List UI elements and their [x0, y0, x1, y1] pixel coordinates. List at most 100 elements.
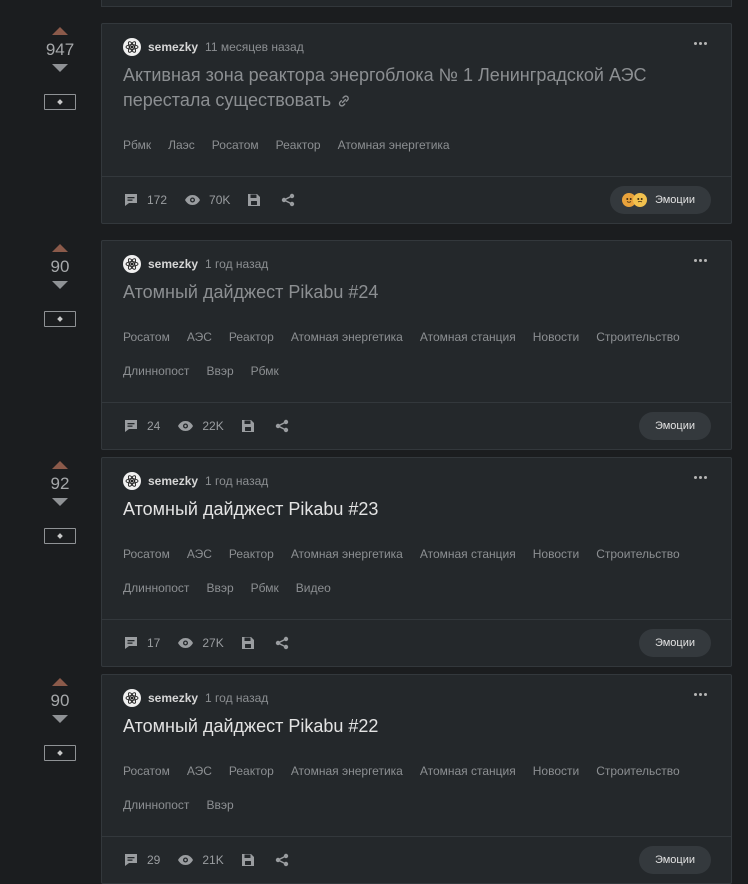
views-counter: 70K — [184, 193, 230, 207]
comments-counter[interactable]: 172 — [123, 192, 167, 208]
save-icon-button[interactable] — [241, 419, 255, 433]
tag[interactable]: Новости — [533, 545, 579, 563]
emotions-button[interactable]: Эмоции — [638, 846, 711, 874]
downvote-arrow-icon[interactable] — [52, 715, 68, 723]
tag[interactable]: Атомная энергетика — [291, 762, 403, 780]
upvote-arrow-icon[interactable] — [52, 678, 68, 686]
story-title-text[interactable]: Атомный дайджест Pikabu #22 — [123, 716, 378, 736]
save-story-button[interactable] — [44, 94, 76, 110]
comments-counter[interactable]: 29 — [123, 852, 160, 868]
comments-counter[interactable]: 17 — [123, 635, 160, 651]
tag[interactable]: Строительство — [596, 762, 680, 780]
story-title[interactable]: Атомный дайджест Pikabu #23 — [123, 497, 710, 522]
tag[interactable]: АЭС — [187, 328, 212, 346]
comments-counter[interactable]: 24 — [123, 418, 160, 434]
downvote-arrow-icon[interactable] — [52, 498, 68, 506]
story-title-text[interactable]: Атомный дайджест Pikabu #24 — [123, 282, 378, 302]
tag[interactable]: Реактор — [229, 328, 274, 346]
tag[interactable]: Рбмк — [251, 579, 279, 597]
tag[interactable]: Строительство — [596, 545, 680, 563]
save-story-button[interactable] — [44, 528, 76, 544]
more-options-icon[interactable] — [694, 476, 707, 479]
story-title[interactable]: Атомный дайджест Pikabu #24 — [123, 280, 710, 305]
post-time: 1 год назад — [205, 474, 269, 488]
tag[interactable]: Реактор — [229, 545, 274, 563]
author-name[interactable]: semezky — [148, 691, 198, 705]
tag[interactable]: Лаэс — [168, 136, 195, 154]
story-title-text[interactable]: Активная зона реактора энергоблока № 1 Л… — [123, 65, 647, 110]
tag[interactable]: Атомная станция — [420, 545, 516, 563]
rating-panel: 947 — [36, 23, 84, 110]
tag[interactable]: Строительство — [596, 328, 680, 346]
upvote-arrow-icon[interactable] — [52, 244, 68, 252]
tag[interactable]: Длиннопост — [123, 362, 189, 380]
story-title[interactable]: Атомный дайджест Pikabu #22 — [123, 714, 710, 739]
tag[interactable]: Реактор — [229, 762, 274, 780]
save-icon-button[interactable] — [241, 636, 255, 650]
avatar[interactable] — [123, 472, 141, 490]
save-story-button[interactable] — [44, 311, 76, 327]
tag[interactable]: Реактор — [276, 136, 321, 154]
author-name[interactable]: semezky — [148, 474, 198, 488]
floppy-disk-icon — [241, 854, 254, 866]
avatar[interactable] — [123, 38, 141, 56]
views-counter: 27K — [177, 636, 224, 650]
avatar[interactable] — [123, 255, 141, 273]
share-button[interactable] — [275, 419, 289, 433]
downvote-arrow-icon[interactable] — [52, 281, 68, 289]
tag[interactable]: Атомная энергетика — [291, 545, 403, 563]
tag[interactable]: Ввэр — [206, 362, 233, 380]
tag[interactable]: Атомная энергетика — [338, 136, 450, 154]
tag[interactable]: Росатом — [123, 328, 170, 346]
emoji-icon — [632, 193, 647, 207]
avatar[interactable] — [123, 689, 141, 707]
tag[interactable]: Атомная станция — [420, 328, 516, 346]
rating-value: 92 — [50, 474, 70, 493]
tag[interactable]: Рбмк — [123, 136, 151, 154]
save-story-button[interactable] — [44, 745, 76, 761]
upvote-arrow-icon[interactable] — [52, 461, 68, 469]
upvote-arrow-icon[interactable] — [52, 27, 68, 35]
tag[interactable]: Ввэр — [206, 579, 233, 597]
tag[interactable]: Ввэр — [206, 796, 233, 814]
author-name[interactable]: semezky — [148, 40, 198, 54]
post-time: 1 год назад — [205, 691, 269, 705]
save-icon-button[interactable] — [247, 193, 261, 207]
downvote-arrow-icon[interactable] — [52, 64, 68, 72]
story-title[interactable]: Активная зона реактора энергоблока № 1 Л… — [123, 63, 710, 113]
story-card: semezky 1 год назад Атомный дайджест Pik… — [101, 240, 732, 450]
views-count: 27K — [202, 636, 224, 650]
story-title-text[interactable]: Атомный дайджест Pikabu #23 — [123, 499, 378, 519]
save-icon-button[interactable] — [241, 853, 255, 867]
tag[interactable]: АЭС — [187, 762, 212, 780]
share-button[interactable] — [281, 193, 295, 207]
floppy-disk-icon — [241, 637, 254, 649]
emotions-button[interactable]: Эмоции — [638, 412, 711, 440]
tag[interactable]: Росатом — [212, 136, 259, 154]
diamond-icon — [57, 99, 63, 105]
tag[interactable]: Видео — [296, 579, 331, 597]
tag-list: Росатом АЭС Реактор Атомная энергетика Атомн… — [123, 545, 710, 619]
tag[interactable]: Новости — [533, 328, 579, 346]
emotions-button[interactable]: Эмоции — [638, 629, 711, 657]
tag[interactable]: Новости — [533, 762, 579, 780]
share-button[interactable] — [275, 853, 289, 867]
eye-icon — [178, 421, 194, 431]
tag[interactable]: АЭС — [187, 545, 212, 563]
tag[interactable]: Атомная энергетика — [291, 328, 403, 346]
author-name[interactable]: semezky — [148, 257, 198, 271]
more-options-icon[interactable] — [694, 693, 707, 696]
tag-list: Росатом АЭС Реактор Атомная энергетика Атомн… — [123, 328, 710, 402]
more-options-icon[interactable] — [694, 42, 707, 45]
more-options-icon[interactable] — [694, 259, 707, 262]
tag[interactable]: Длиннопост — [123, 579, 189, 597]
share-icon — [275, 853, 288, 867]
tag[interactable]: Росатом — [123, 762, 170, 780]
tag[interactable]: Длиннопост — [123, 796, 189, 814]
story-meta: semezky 1 год назад — [123, 255, 710, 273]
share-button[interactable] — [275, 636, 289, 650]
tag[interactable]: Росатом — [123, 545, 170, 563]
tag[interactable]: Атомная станция — [420, 762, 516, 780]
emotions-button[interactable]: Эмоции — [609, 186, 711, 214]
tag[interactable]: Рбмк — [251, 362, 279, 380]
